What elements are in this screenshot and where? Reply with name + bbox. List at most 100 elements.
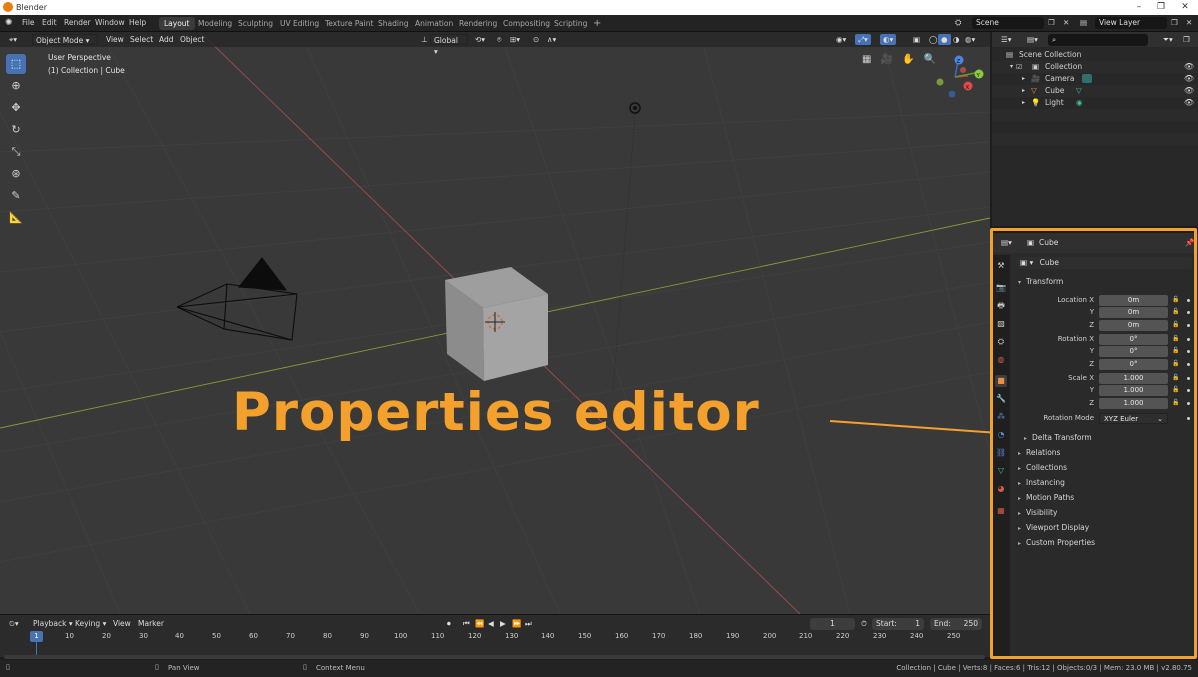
tab-scripting[interactable]: Scripting bbox=[549, 17, 592, 30]
object-tab-icon[interactable]: ■ bbox=[995, 375, 1007, 387]
keyframe-dot-icon[interactable] bbox=[1187, 350, 1190, 353]
view-layer-new-icon[interactable]: ❐ bbox=[1171, 18, 1178, 27]
maximize-button[interactable]: ❐ bbox=[1152, 1, 1170, 13]
pan-hand-icon[interactable]: ✋ bbox=[902, 54, 914, 65]
shading-material-icon[interactable]: ◑ bbox=[950, 34, 963, 45]
visibility-eye-icon[interactable]: 👁 bbox=[1184, 61, 1194, 73]
panel-visibility[interactable]: ▸ Visibility bbox=[1018, 508, 1057, 517]
gizmo-toggle-icon[interactable]: ⤢▾ bbox=[855, 34, 871, 45]
timeline-menu-keying[interactable]: Keying ▾ bbox=[72, 618, 109, 629]
panel-delta-transform[interactable]: ▸ Delta Transform bbox=[1024, 433, 1092, 442]
jump-start-icon[interactable]: ⏮ bbox=[460, 618, 473, 629]
lock-icon[interactable]: 🔓 bbox=[1172, 386, 1179, 393]
overlay-toggle-icon[interactable]: ◐▾ bbox=[880, 34, 897, 45]
scale-z-field[interactable]: 1.000 bbox=[1099, 398, 1168, 409]
shading-rendered-icon[interactable]: ◍▾ bbox=[962, 34, 978, 45]
shading-solid-icon[interactable]: ● bbox=[938, 34, 951, 45]
panel-collections[interactable]: ▸ Collections bbox=[1018, 463, 1067, 472]
view-layer-remove-icon[interactable]: ✕ bbox=[1186, 18, 1192, 27]
expand-arrow-icon[interactable]: ▸ bbox=[1022, 97, 1025, 109]
outliner-row-collection[interactable]: ▾ ☑ ▣ Collection 👁 bbox=[992, 61, 1198, 73]
menu-render[interactable]: Render bbox=[64, 18, 91, 27]
outliner-row-cube[interactable]: ▸ ▽ Cube ▽ 👁 bbox=[992, 85, 1198, 97]
keyframe-dot-icon[interactable] bbox=[1187, 324, 1190, 327]
keyframe-dot-icon[interactable] bbox=[1187, 417, 1190, 420]
texture-tab-icon[interactable]: ▦ bbox=[995, 505, 1007, 517]
timeline-menu-playback[interactable]: Playback ▾ bbox=[30, 618, 76, 629]
constraints-tab-icon[interactable]: ⛓ bbox=[995, 447, 1007, 459]
cube-object[interactable] bbox=[445, 267, 548, 381]
expand-arrow-icon[interactable]: ▸ bbox=[1022, 73, 1025, 85]
keyframe-dot-icon[interactable] bbox=[1187, 377, 1190, 380]
pivot-icon[interactable]: ⟲▾ bbox=[472, 34, 488, 45]
rotate-tool-icon[interactable]: ↻ bbox=[6, 120, 26, 140]
view-layer-field[interactable]: View Layer bbox=[1095, 17, 1167, 29]
tab-uv-editing[interactable]: UV Editing bbox=[275, 17, 324, 30]
keyframe-dot-icon[interactable] bbox=[1187, 363, 1190, 366]
measure-tool-icon[interactable]: 📐 bbox=[6, 208, 26, 228]
tab-compositing[interactable]: Compositing bbox=[498, 17, 555, 30]
object-mode-dropdown[interactable]: Object Mode ▾ bbox=[32, 34, 98, 45]
physics-tab-icon[interactable]: ◔ bbox=[995, 429, 1007, 441]
move-tool-icon[interactable]: ✥ bbox=[6, 98, 26, 118]
camera-object[interactable] bbox=[176, 257, 298, 341]
jump-end-icon[interactable]: ⏭ bbox=[522, 618, 535, 629]
play-reverse-icon[interactable]: ◀ bbox=[485, 618, 497, 629]
outliner-editor-type-icon[interactable]: ☰▾ bbox=[998, 34, 1015, 45]
tab-sculpting[interactable]: Sculpting bbox=[233, 17, 278, 30]
scene-remove-icon[interactable]: ✕ bbox=[1063, 18, 1069, 27]
world-tab-icon[interactable]: ◍ bbox=[995, 354, 1007, 366]
pin-icon[interactable]: 📌 bbox=[1182, 237, 1197, 248]
lock-icon[interactable]: 🔓 bbox=[1172, 347, 1179, 354]
panel-relations[interactable]: ▸ Relations bbox=[1018, 448, 1060, 457]
zoom-icon[interactable]: 🔍 bbox=[924, 54, 936, 65]
timeline-editor-type-icon[interactable]: ⏲▾ bbox=[6, 618, 22, 629]
location-y-field[interactable]: 0m bbox=[1099, 307, 1168, 318]
clock-icon[interactable]: ⏱ bbox=[858, 618, 870, 629]
editor-type-icon[interactable]: ⌖▾ bbox=[6, 34, 20, 45]
tab-animation[interactable]: Animation bbox=[410, 17, 458, 30]
rotation-y-field[interactable]: 0° bbox=[1099, 346, 1168, 357]
play-icon[interactable]: ▶ bbox=[497, 618, 509, 629]
record-icon[interactable]: ⏺ bbox=[444, 618, 454, 629]
start-frame-field[interactable]: Start: 1 bbox=[872, 618, 924, 630]
keyframe-dot-icon[interactable] bbox=[1187, 299, 1190, 302]
tab-shading[interactable]: Shading bbox=[373, 17, 413, 30]
transform-panel-header[interactable]: ▾ Transform bbox=[1018, 277, 1063, 286]
visibility-icon[interactable]: ◉▾ bbox=[833, 34, 849, 45]
timeline-scrollbar[interactable] bbox=[4, 655, 985, 659]
scale-x-field[interactable]: 1.000 bbox=[1099, 373, 1168, 384]
tab-rendering[interactable]: Rendering bbox=[454, 17, 502, 30]
snap-icon[interactable]: ⌾ bbox=[494, 34, 505, 45]
visibility-eye-icon[interactable]: 👁 bbox=[1184, 73, 1194, 85]
output-tab-icon[interactable]: 🖶 bbox=[995, 300, 1007, 312]
scale-tool-icon[interactable]: ⤡ bbox=[6, 142, 26, 162]
panel-custom-properties[interactable]: ▸ Custom Properties bbox=[1018, 538, 1095, 547]
lock-icon[interactable]: 🔓 bbox=[1172, 374, 1179, 381]
viewport-menu-select[interactable]: Select bbox=[127, 34, 156, 45]
camera-view-icon[interactable]: 🎥 bbox=[881, 54, 893, 65]
lock-icon[interactable]: 🔓 bbox=[1172, 296, 1179, 303]
rotation-x-field[interactable]: 0° bbox=[1099, 334, 1168, 345]
lock-icon[interactable]: 🔓 bbox=[1172, 360, 1179, 367]
lock-icon[interactable]: 🔓 bbox=[1172, 399, 1179, 406]
tab-modeling[interactable]: Modeling bbox=[193, 17, 237, 30]
properties-editor-type-icon[interactable]: ▤▾ bbox=[998, 237, 1015, 248]
rotation-mode-dropdown[interactable]: XYZ Euler ⌄ bbox=[1099, 413, 1168, 424]
lock-icon[interactable]: 🔓 bbox=[1172, 308, 1179, 315]
snap-target-icon[interactable]: ⊞▾ bbox=[507, 34, 523, 45]
location-x-field[interactable]: 0m bbox=[1099, 295, 1168, 306]
scale-y-field[interactable]: 1.000 bbox=[1099, 385, 1168, 396]
object-datablock-field[interactable]: ▣ ▾ Cube bbox=[1016, 257, 1192, 269]
lock-icon[interactable]: 🔓 bbox=[1172, 335, 1179, 342]
cursor-tool-icon[interactable]: ⊕ bbox=[6, 76, 26, 96]
transform-orientation-dropdown[interactable]: Global ▾ bbox=[430, 34, 468, 56]
outliner-row-light[interactable]: ▸ 💡 Light ◉ 👁 bbox=[992, 97, 1198, 109]
timeline-editor[interactable]: ⏲▾ Playback ▾ Keying ▾ View Marker ⏺ ⏮ ⏪… bbox=[0, 614, 990, 659]
keyframe-dot-icon[interactable] bbox=[1187, 311, 1190, 314]
end-frame-field[interactable]: End: 250 bbox=[930, 618, 982, 630]
tool-tab-icon[interactable]: ⚒ bbox=[995, 260, 1007, 272]
menu-window[interactable]: Window bbox=[95, 18, 125, 27]
checkbox-icon[interactable]: ☑ bbox=[1016, 61, 1022, 73]
particles-tab-icon[interactable]: ⁂ bbox=[995, 411, 1007, 423]
